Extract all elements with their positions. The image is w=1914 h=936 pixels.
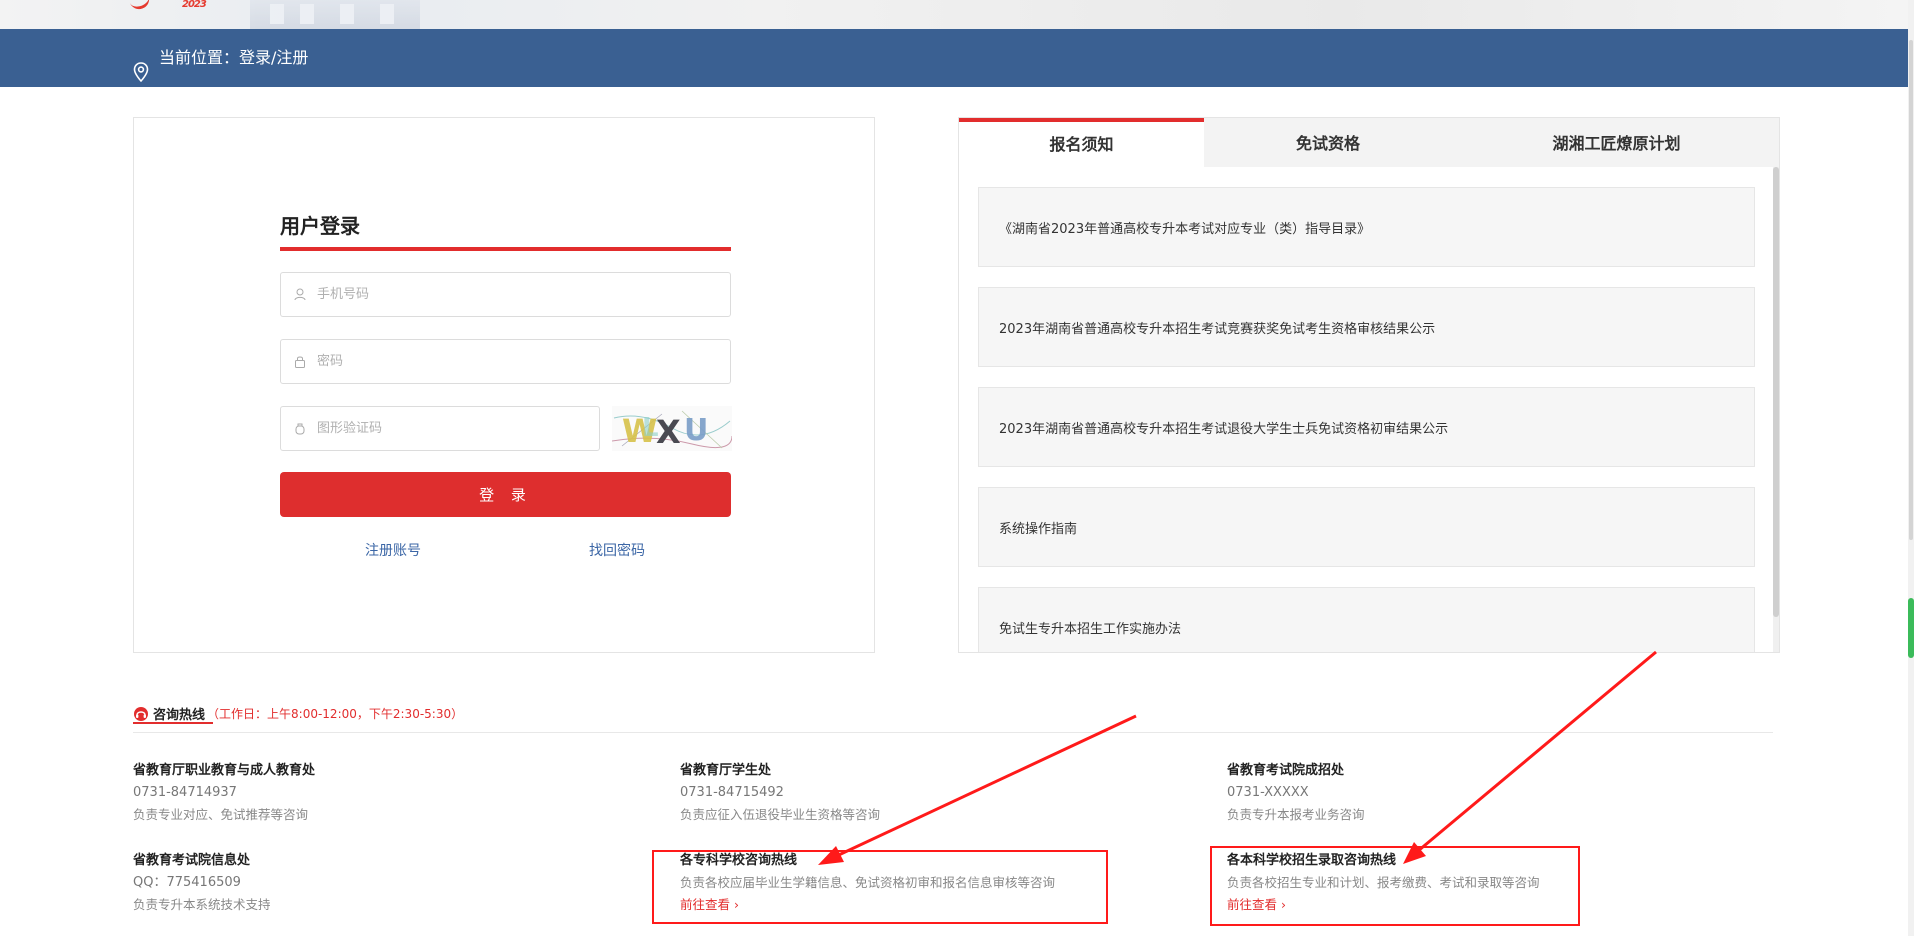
tab-registration-notice[interactable]: 报名须知 (959, 118, 1204, 167)
page-scrollbar-thumb[interactable] (1908, 598, 1914, 658)
login-panel: 用户登录 W X U L 登 录 注册账号 找回密码 (133, 117, 875, 653)
contact-desc: 负责专升本系统技术支持 (133, 897, 271, 912)
contact-phone: 0731-XXXXX (1227, 785, 1309, 800)
notice-item[interactable]: 系统操作指南 (978, 487, 1755, 567)
contact-desc: 负责专升本报考业务咨询 (1227, 807, 1365, 822)
login-button[interactable]: 登 录 (280, 472, 731, 517)
contact-card: 各专科学校咨询热线 负责各校应届毕业生学籍信息、免试资格初审和报名信息审核等咨询… (680, 850, 1055, 916)
register-link[interactable]: 注册账号 (365, 540, 421, 560)
notice-item[interactable]: 2023年湖南省普通高校专升本招生考试退役大学生士兵免试资格初审结果公示 (978, 387, 1755, 467)
contact-name: 省教育厅学生处 (680, 763, 772, 778)
svg-text:U: U (684, 413, 708, 448)
captcha-image[interactable]: W X U L (612, 406, 732, 451)
contact-more-link[interactable]: 前往查看 › (680, 894, 1055, 916)
annotation-arrow-line (1411, 650, 1657, 858)
notice-panel: 报名须知 免试资格 湖湘工匠燎原计划 《湖南省2023年普通高校专升本考试对应专… (958, 117, 1780, 653)
phone-field-wrapper (280, 272, 731, 317)
contact-name: 省教育考试院信息处 (133, 853, 251, 868)
page-scrollbar[interactable] (1908, 0, 1914, 936)
contact-name: 各本科学校招生录取咨询热线 (1227, 853, 1397, 868)
hotline-title-underline (133, 722, 213, 724)
login-title-underline (280, 247, 731, 251)
contact-more-link[interactable]: 前往查看 › (1227, 894, 1540, 916)
location-pin-icon (133, 48, 149, 83)
login-title: 用户登录 (280, 214, 360, 238)
password-field-wrapper (280, 339, 731, 384)
contact-desc: 负责各校应届毕业生学籍信息、免试资格初审和报名信息审核等咨询 (680, 875, 1056, 890)
headset-icon (133, 706, 149, 722)
notice-item-title: 系统操作指南 (999, 521, 1078, 537)
user-icon (293, 288, 307, 302)
contact-card: 省教育厅学生处 0731-84715492 负责应征入伍退役毕业生资格等咨询 (680, 760, 880, 826)
notice-item-title: 2023年湖南省普通高校专升本招生考试竞赛获奖免试考生资格审核结果公示 (999, 321, 1436, 337)
notice-item-title: 2023年湖南省普通高校专升本招生考试退役大学生士兵免试资格初审结果公示 (999, 421, 1449, 437)
notice-item-title: 免试生专升本招生工作实施办法 (999, 621, 1182, 637)
notice-item-title: 《湖南省2023年普通高校专升本考试对应专业（类）指导目录》 (999, 221, 1371, 237)
logo-text: 2023 (182, 0, 207, 10)
hotline-title: 咨询热线 (153, 708, 206, 723)
top-banner: 2023 (0, 0, 1914, 29)
contact-card: 省教育考试院信息处 QQ：775416509 负责专升本系统技术支持 (133, 850, 271, 916)
notice-tabs: 报名须知 免试资格 湖湘工匠燎原计划 (959, 118, 1779, 167)
contact-phone: QQ：775416509 (133, 875, 241, 890)
svg-text:X: X (656, 413, 681, 451)
captcha-shield-icon (293, 422, 307, 436)
password-input[interactable] (315, 353, 699, 370)
notice-list: 《湖南省2023年普通高校专升本考试对应专业（类）指导目录》 2023年湖南省普… (978, 187, 1755, 652)
contact-name: 省教育考试院成招处 (1227, 763, 1345, 778)
forgot-password-link[interactable]: 找回密码 (589, 540, 645, 560)
svg-text:L: L (642, 413, 659, 443)
contact-phone: 0731-84715492 (680, 785, 784, 800)
contact-name: 各专科学校咨询热线 (680, 853, 798, 868)
contact-phone: 0731-84714937 (133, 785, 237, 800)
hotline-hours: （工作日：上午8:00-12:00，下午2:30-5:30） (207, 707, 464, 721)
contact-card: 省教育考试院成招处 0731-XXXXX 负责专升本报考业务咨询 (1227, 760, 1365, 826)
notice-item[interactable]: 免试生专升本招生工作实施办法 (978, 587, 1755, 652)
notice-scrollbar[interactable] (1773, 167, 1779, 652)
notice-item[interactable]: 《湖南省2023年普通高校专升本考试对应专业（类）指导目录》 (978, 187, 1755, 267)
breadcrumb-bar: 当前位置：登录/注册 (0, 29, 1914, 87)
breadcrumb-text: 当前位置：登录/注册 (159, 48, 309, 67)
notice-item[interactable]: 2023年湖南省普通高校专升本招生考试竞赛获奖免试考生资格审核结果公示 (978, 287, 1755, 367)
site-logo[interactable]: 2023 (120, 0, 220, 12)
breadcrumb: 当前位置：登录/注册 (133, 29, 308, 87)
contact-desc: 负责各校招生专业和计划、报考缴费、考试和录取等咨询 (1227, 875, 1540, 890)
tab-exemption-qualification[interactable]: 免试资格 (1204, 118, 1452, 167)
page-scrollbar-track-fill (1909, 40, 1913, 540)
hotline-divider (133, 732, 1773, 733)
contact-card: 省教育厅职业教育与成人教育处 0731-84714937 负责专业对应、免试推荐… (133, 760, 315, 826)
contact-desc: 负责专业对应、免试推荐等咨询 (133, 807, 309, 822)
banner-building-image (250, 0, 420, 29)
captcha-input[interactable] (315, 420, 569, 437)
lock-icon (293, 355, 307, 369)
tab-craftsman-plan[interactable]: 湖湘工匠燎原计划 (1452, 118, 1779, 167)
contact-desc: 负责应征入伍退役毕业生资格等咨询 (680, 807, 881, 822)
captcha-field-wrapper (280, 406, 600, 451)
phone-input[interactable] (315, 286, 699, 303)
contact-card: 各本科学校招生录取咨询热线 负责各校招生专业和计划、报考缴费、考试和录取等咨询 … (1227, 850, 1540, 916)
contact-name: 省教育厅职业教育与成人教育处 (133, 763, 316, 778)
hotline-header: 咨询热线 （工作日：上午8:00-12:00，下午2:30-5:30） (133, 704, 463, 723)
notice-scrollbar-thumb[interactable] (1773, 167, 1779, 617)
